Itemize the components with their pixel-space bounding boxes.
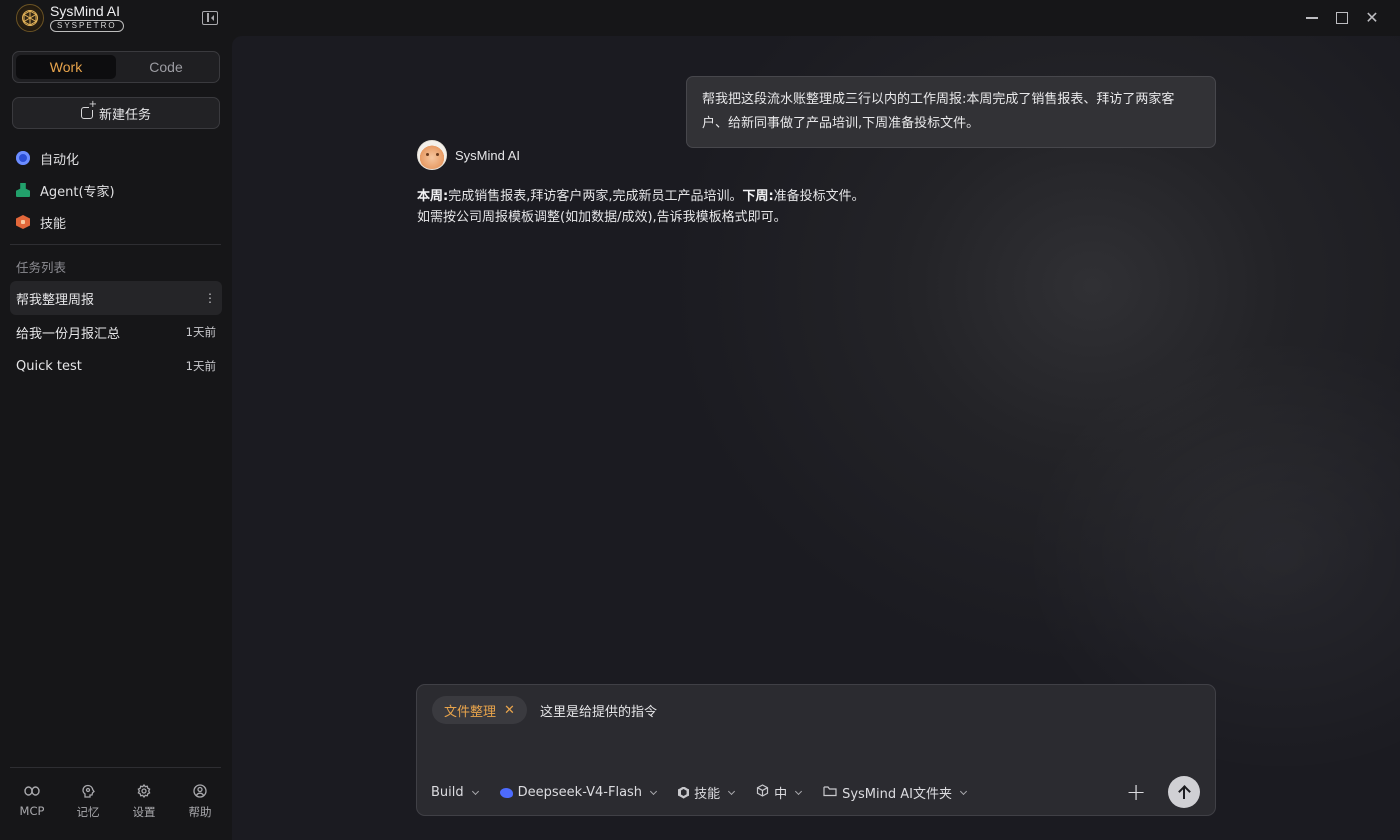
assistant-text: 准备投标文件。 <box>773 189 865 204</box>
folder-icon <box>823 785 837 801</box>
build-dropdown[interactable]: Build <box>431 785 479 800</box>
sidebar-footer-divider <box>10 767 221 768</box>
chevron-down-icon <box>959 787 968 795</box>
sidebar-footer: MCP 记忆 设置 帮助 <box>0 784 232 832</box>
assistant-reply: 本周:完成销售报表,拜访客户两家,完成新员工产品培训。下周:准备投标文件。 如需… <box>417 186 865 228</box>
sidebar-item-label: 自动化 <box>40 152 80 168</box>
model-dropdown[interactable]: Deepseek-V4-Flash <box>499 785 658 800</box>
task-title: 给我一份月报汇总 <box>16 326 121 342</box>
task-time: 1天前 <box>185 359 216 373</box>
brand-logo-icon <box>16 4 44 32</box>
footer-label: 记忆 <box>76 805 100 819</box>
composer: 文件整理 ✕ 这里是给提供的指令 Build Deepseek-V4-Flash… <box>416 684 1216 816</box>
deepseek-whale-icon <box>499 787 513 798</box>
chat-panel: 帮我把这段流水账整理成三行以内的工作周报:本周完成了销售报表、拜访了两家客户、给… <box>232 36 1400 840</box>
task-item[interactable]: 给我一份月报汇总 1天前 <box>10 315 222 349</box>
footer-label: 帮助 <box>188 805 212 819</box>
mode-switch: Work Code <box>12 51 220 83</box>
sidebar: SysMind AI SYSPETRO Work Code 新建任务 自动化 A… <box>0 0 232 840</box>
composer-toolbar: Build Deepseek-V4-Flash 技能 中 SysMind AI文… <box>431 783 968 802</box>
footer-label: 设置 <box>132 805 156 819</box>
assistant-label-this-week: 本周: <box>417 189 449 204</box>
assistant-avatar <box>417 140 447 170</box>
skill-dropdown[interactable]: 技能 <box>678 783 736 802</box>
sidebar-divider <box>10 244 221 245</box>
context-chip[interactable]: 文件整理 ✕ <box>432 696 527 724</box>
memory-icon <box>80 784 96 798</box>
build-label: Build <box>431 785 464 800</box>
skill-icon <box>16 215 30 229</box>
chevron-down-icon <box>795 787 803 795</box>
level-label: 中 <box>774 787 788 802</box>
sidebar-item-skills[interactable]: 技能 <box>16 206 222 238</box>
footer-label: MCP <box>19 804 45 818</box>
footer-help-button[interactable]: 帮助 <box>175 784 225 832</box>
sidebar-item-automation[interactable]: 自动化 <box>16 142 222 174</box>
chevron-down-icon <box>728 787 736 795</box>
assistant-label-next-week: 下周: <box>742 189 774 204</box>
assistant-name: SysMind AI <box>455 147 521 163</box>
task-item-active[interactable]: 帮我整理周报 ⋮ <box>10 281 222 315</box>
task-title: Quick test <box>16 358 82 374</box>
model-label: Deepseek-V4-Flash <box>517 785 643 800</box>
folder-label: SysMind AI文件夹 <box>842 787 952 802</box>
brand: SysMind AI SYSPETRO <box>16 4 124 32</box>
assistant-message: SysMind AI 本周:完成销售报表,拜访客户两家,完成新员工产品培训。下周… <box>417 140 865 228</box>
task-title: 帮我整理周报 <box>16 292 95 308</box>
level-dropdown[interactable]: 中 <box>756 783 803 802</box>
footer-settings-button[interactable]: 设置 <box>119 784 169 832</box>
window-close-button[interactable]: ✕ <box>1364 10 1380 26</box>
send-button[interactable] <box>1168 776 1200 808</box>
mode-code-button[interactable]: Code <box>116 55 216 79</box>
folder-dropdown[interactable]: SysMind AI文件夹 <box>823 783 968 802</box>
mode-work-button[interactable]: Work <box>16 55 116 79</box>
skill-label: 技能 <box>694 787 721 802</box>
user-circle-icon <box>192 784 208 798</box>
task-item[interactable]: Quick test 1天前 <box>10 349 222 383</box>
assistant-reply-line: 本周:完成销售报表,拜访客户两家,完成新员工产品培训。下周:准备投标文件。 <box>417 186 865 207</box>
chip-label: 文件整理 <box>444 704 497 720</box>
gear-icon <box>136 784 152 798</box>
automation-icon <box>16 151 30 165</box>
close-icon[interactable]: ✕ <box>504 704 515 717</box>
sidebar-collapse-icon[interactable] <box>202 11 218 25</box>
chevron-down-icon <box>650 787 658 795</box>
sidebar-item-label: 技能 <box>40 216 67 232</box>
cube-icon <box>756 784 769 801</box>
brand-name: SysMind AI <box>50 3 121 19</box>
link-icon <box>24 784 40 798</box>
window-maximize-button[interactable] <box>1334 10 1350 26</box>
footer-mcp-button[interactable]: MCP <box>7 784 57 832</box>
window-minimize-button[interactable] <box>1304 10 1320 26</box>
add-attachment-button[interactable]: + <box>1125 780 1147 804</box>
new-task-label: 新建任务 <box>98 107 151 123</box>
agent-icon <box>16 183 30 197</box>
assistant-reply-line: 如需按公司周报模板调整(如加数据/成效),告诉我模板格式即可。 <box>417 210 787 225</box>
sidebar-item-agent[interactable]: Agent(专家) <box>16 174 222 206</box>
task-list: 帮我整理周报 ⋮ 给我一份月报汇总 1天前 Quick test 1天前 <box>10 281 222 383</box>
task-list-title: 任务列表 <box>16 260 67 275</box>
hexagon-icon <box>678 786 690 799</box>
new-task-icon <box>80 100 97 119</box>
more-vertical-icon[interactable]: ⋮ <box>204 291 216 305</box>
brand-subtitle: SYSPETRO <box>50 20 124 32</box>
new-task-button[interactable]: 新建任务 <box>12 97 220 129</box>
user-message: 帮我把这段流水账整理成三行以内的工作周报:本周完成了销售报表、拜访了两家客户、给… <box>686 76 1216 148</box>
assistant-text: 完成销售报表,拜访客户两家,完成新员工产品培训。 <box>448 189 743 204</box>
chevron-down-icon <box>471 787 479 795</box>
footer-memory-button[interactable]: 记忆 <box>63 784 113 832</box>
prompt-input[interactable]: 这里是给提供的指令 <box>540 701 657 720</box>
sidebar-nav: 自动化 Agent(专家) 技能 <box>16 142 222 238</box>
arrow-up-icon <box>1177 785 1191 799</box>
sidebar-item-label: Agent(专家) <box>40 184 115 200</box>
task-time: 1天前 <box>185 325 216 339</box>
